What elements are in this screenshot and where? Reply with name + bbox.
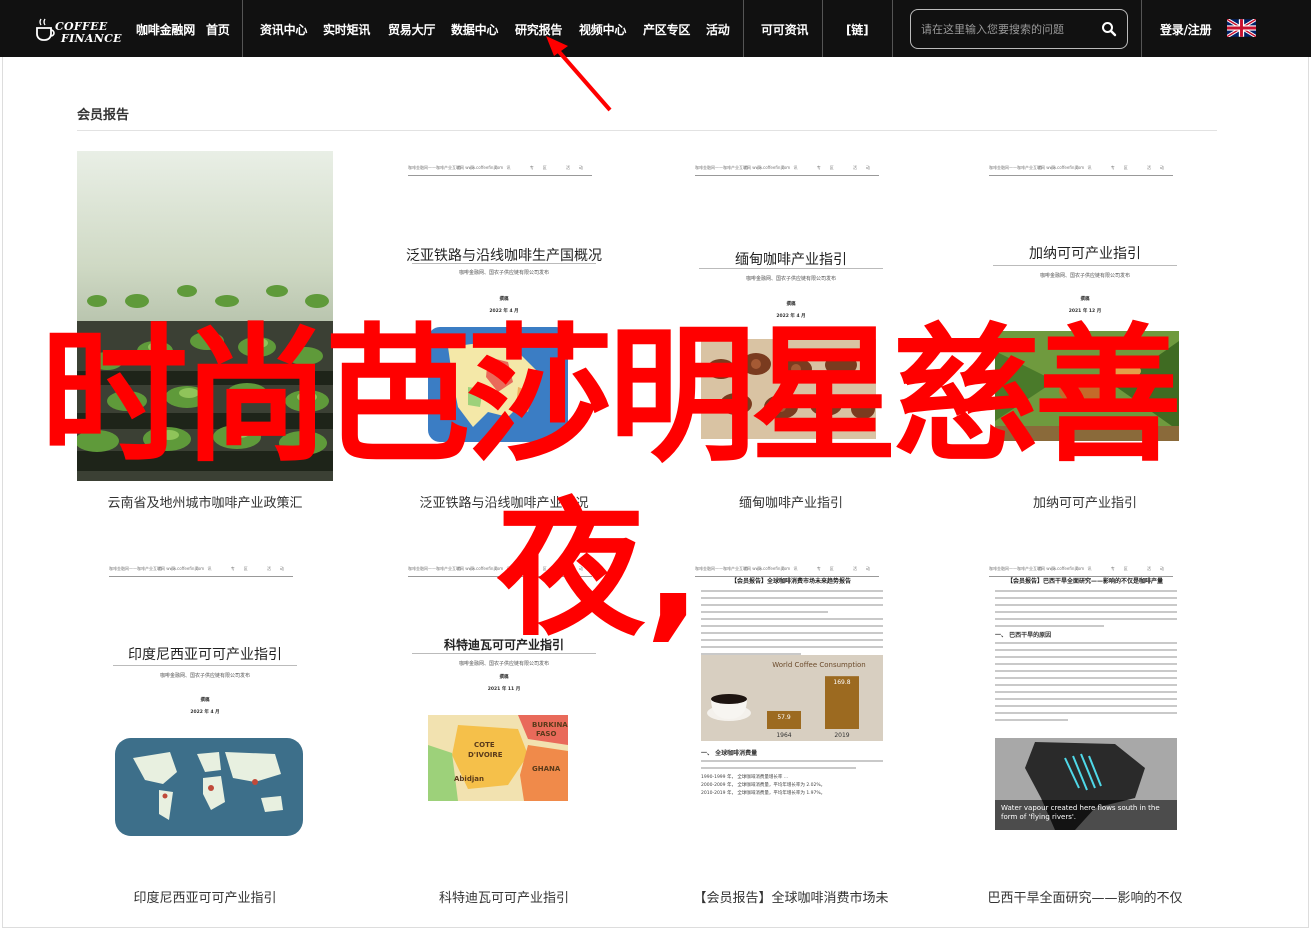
doc-menu: 首页 资讯 专区 活动 — [457, 165, 592, 170]
map-label: BURKINA — [532, 721, 568, 729]
red-arrow-annotation — [546, 36, 612, 112]
report-card[interactable]: 咖啡金融网——咖啡产业互联网 www.coffeefin.com 首页 资讯 专区… — [957, 552, 1213, 906]
nav-item-regions[interactable]: 产区专区 — [643, 21, 690, 38]
chart-value-label: 169.8 — [833, 679, 850, 686]
world-map — [115, 738, 303, 836]
report-title[interactable]: 科特迪瓦可可产业指引 — [356, 887, 652, 906]
report-title[interactable]: 加纳可可产业指引 — [937, 492, 1233, 511]
nav-divider — [892, 0, 893, 57]
report-card[interactable]: 咖啡金融网——咖啡产业互联网 www.coffeefin.com 首页 资讯 专区… — [77, 552, 333, 906]
nav-divider — [1141, 0, 1142, 57]
doc-date: 2022 年 4 月 — [190, 710, 220, 715]
doc-author: 撰稿 — [200, 698, 210, 703]
search-icon[interactable] — [1101, 21, 1117, 37]
doc-section-heading: 一、 全球咖啡消费量 — [701, 750, 758, 757]
doc-title: 【会员报告】全球咖啡消费市场未来趋势报告 — [730, 578, 851, 585]
nav-item-events[interactable]: 活动 — [706, 21, 730, 38]
doc-section-heading: 一、 巴西干旱的原因 — [995, 632, 1052, 639]
login-register-link[interactable]: 登录/注册 — [1160, 21, 1212, 38]
nav-item-coffee-finance[interactable]: 咖啡金融网 — [136, 21, 195, 38]
report-cover: 咖啡金融网——咖啡产业互联网 www.coffeefin.com 首页 资讯 专区… — [77, 552, 333, 882]
nav-item-home[interactable]: 首页 — [206, 21, 230, 38]
doc-publisher: 咖啡金融网、国农子供应链有限公司发布 — [1039, 273, 1130, 279]
map-label: FASO — [536, 730, 556, 738]
doc-stats: 1990-1999 年， 全球咖啡消费量增长率 ... 2000-2009 年，… — [701, 774, 891, 798]
doc-author: 撰稿 — [499, 675, 509, 680]
doc-rule — [113, 665, 297, 666]
doc-rule — [699, 268, 883, 269]
nav-item-trade-hall[interactable]: 贸易大厅 — [388, 21, 435, 38]
nav-divider — [242, 0, 243, 57]
doc-title: 泛亚铁路与沿线咖啡生产国概况 — [406, 248, 602, 264]
nav-item-realtime[interactable]: 实时矩讯 — [323, 21, 370, 38]
chart-title: World Coffee Consumption — [772, 661, 865, 669]
doc-rule — [412, 263, 596, 264]
nav-item-cocoa-news[interactable]: 可可资讯 — [761, 21, 808, 38]
doc-title: 【会员报告】巴西干旱全面研究——影响的不仅是咖啡产量 — [1006, 578, 1163, 585]
report-title[interactable]: 云南省及地州城市咖啡产业政策汇 — [57, 492, 353, 511]
doc-paragraph — [995, 642, 1177, 726]
doc-author: 撰稿 — [786, 302, 796, 307]
map-label: Abidjan — [454, 775, 484, 783]
doc-title: 加纳可可产业指引 — [1029, 246, 1141, 262]
search-input[interactable] — [921, 19, 1096, 39]
doc-publisher: 咖啡金融网、国农子供应链有限公司发布 — [745, 276, 836, 282]
nav-divider — [743, 0, 744, 57]
nav-divider — [822, 0, 823, 57]
doc-publisher: 咖啡金融网、国农子供应链有限公司发布 — [458, 270, 549, 276]
report-card[interactable]: 咖啡金融网——咖啡产业互联网 www.coffeefin.com 首页 资讯 专区… — [663, 552, 919, 906]
logo-line2: FINANCE — [61, 32, 122, 45]
map-label: GHANA — [532, 765, 561, 773]
nav-item-chain[interactable]: [链] — [846, 21, 869, 38]
search-box — [910, 9, 1128, 49]
doc-title: 印度尼西亚可可产业指引 — [128, 647, 282, 663]
doc-menu: 首页 资讯 专区 活动 — [744, 566, 879, 571]
doc-paragraph — [995, 590, 1177, 632]
doc-rule — [993, 265, 1177, 266]
uk-flag-icon[interactable] — [1227, 19, 1256, 37]
stat-line: 2000-2009 年， 全球咖啡消费量，平均年增长率为 2.02%。 — [701, 783, 826, 788]
chart-category-label: 2019 — [834, 732, 849, 739]
map-label: D'IVOIRE — [468, 751, 503, 759]
doc-menu: 首页 资讯 专区 活动 — [744, 165, 879, 170]
overlay-headline: 时尚芭莎明星慈善 — [40, 310, 1182, 482]
report-title[interactable]: 【会员报告】全球咖啡消费市场未 — [643, 887, 939, 906]
report-cover: 咖啡金融网——咖啡产业互联网 www.coffeefin.com 首页 资讯 专区… — [663, 552, 919, 882]
nav-item-news[interactable]: 资讯中心 — [260, 21, 307, 38]
doc-publisher: 咖啡金融网、国农子供应链有限公司发布 — [159, 673, 250, 679]
doc-menu: 首页 资讯 专区 活动 — [1038, 165, 1173, 170]
map-caption: Water vapour created here flows south in… — [1001, 804, 1160, 821]
doc-date: 2021 年 11 月 — [487, 687, 521, 692]
map-label: COTE — [474, 741, 495, 749]
top-navbar: COFFEE FINANCE 咖啡金融网 首页 资讯中心 实时矩讯 贸易大厅 数… — [0, 0, 1311, 57]
stat-line: 1990-1999 年， 全球咖啡消费量增长率 ... — [701, 775, 789, 780]
nav-item-data-center[interactable]: 数据中心 — [451, 21, 498, 38]
report-cover: 咖啡金融网——咖啡产业互联网 www.coffeefin.com 首页 资讯 专区… — [957, 552, 1213, 882]
ivory-coast-map: BURKINA FASO COTE D'IVOIRE GHANA Abidjan — [428, 715, 568, 801]
coffee-consumption-chart: World Coffee Consumption 57.9 1964 169.8 20… — [701, 655, 883, 741]
doc-author: 撰稿 — [1080, 297, 1090, 302]
doc-menu: 首页 资讯 专区 活动 — [158, 566, 293, 571]
coffee-finance-logo[interactable]: COFFEE FINANCE — [33, 6, 123, 51]
stat-line: 2010-2019 年， 全球咖啡消费量，平均年增长率为 1.97%。 — [701, 791, 826, 796]
doc-menu: 首页 资讯 专区 活动 — [1038, 566, 1173, 571]
report-title[interactable]: 印度尼西亚可可产业指引 — [57, 887, 353, 906]
section-divider — [77, 130, 1217, 131]
overlay-headline-line2: 夜, — [497, 484, 702, 656]
section-title: 会员报告 — [77, 108, 130, 123]
doc-title: 缅甸咖啡产业指引 — [735, 252, 847, 268]
report-title[interactable]: 巴西干旱全面研究——影响的不仅 — [937, 887, 1233, 906]
doc-publisher: 咖啡金融网、国农子供应链有限公司发布 — [458, 661, 549, 667]
chart-value-label: 57.9 — [777, 714, 791, 721]
doc-paragraph — [701, 760, 883, 774]
doc-author: 撰稿 — [499, 297, 509, 302]
chart-category-label: 1964 — [776, 732, 791, 739]
